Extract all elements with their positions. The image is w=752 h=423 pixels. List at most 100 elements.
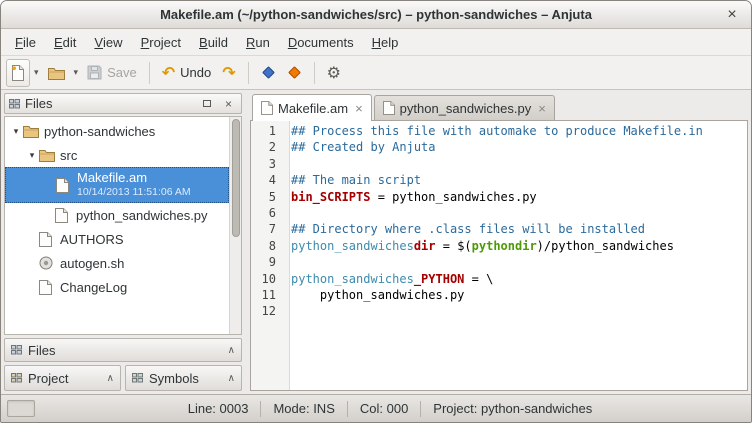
code-line[interactable]: 9 [251,254,747,270]
line-number: 12 [251,303,283,319]
toolbar-separator [314,62,315,84]
code-line[interactable]: 8python_sandwichesdir = $(pythondir)/pyt… [251,238,747,254]
status-separator [260,401,261,417]
tab-close-icon[interactable]: × [536,102,546,115]
files-dock-icon [11,345,22,355]
dock-bar-files[interactable]: Files ∧ [4,338,242,362]
folder-icon [39,149,57,162]
expander-icon[interactable]: ▾ [9,126,23,137]
files-sidebar: Files × ▾python-sandwiches▾srcMakefile.a… [1,90,245,394]
tree-item-authors[interactable]: AUTHORS [5,227,229,251]
files-panel-icon [9,99,20,109]
dock-tab-symbols-label: Symbols [149,371,199,386]
dock-row: Project ∧ Symbols ∧ [4,365,242,391]
save-icon [87,65,102,80]
editor-tab-python-sandwiches-py[interactable]: python_sandwiches.py× [374,95,555,120]
code-line[interactable]: 5bin_SCRIPTS = python_sandwiches.py [251,189,747,205]
new-file-dropdown[interactable]: ▾ [31,59,42,87]
code-line[interactable]: 7## Directory where .class files will be… [251,221,747,237]
redo-button[interactable]: ↷ [217,59,240,87]
panel-detach-button[interactable] [198,96,215,111]
window-close-button[interactable]: × [721,4,743,26]
line-content: ## Process this file with automake to pr… [283,123,703,139]
tree-item-python-sandwiches-py[interactable]: python_sandwiches.py [5,203,229,227]
collapse-icon[interactable]: ∧ [228,345,235,356]
code-line[interactable]: 10python_sandwiches_PYTHON = \ [251,271,747,287]
menu-run[interactable]: Run [237,29,279,55]
line-number: 3 [251,156,283,172]
new-file-icon [11,65,25,81]
line-content: python_sandwichesdir = $(pythondir)/pyth… [283,238,674,254]
file-tree: ▾python-sandwiches▾srcMakefile.am10/14/2… [5,119,229,334]
save-button[interactable]: Save [82,59,142,87]
script-icon [39,256,57,270]
main-area: Files × ▾python-sandwiches▾srcMakefile.a… [1,90,751,394]
save-label: Save [107,65,137,80]
line-number: 1 [251,123,283,139]
navigation-back-icon [262,66,275,79]
tree-item-makefile-am[interactable]: Makefile.am10/14/2013 11:51:06 AM [5,167,229,203]
menu-build[interactable]: Build [190,29,237,55]
menu-documents[interactable]: Documents [279,29,363,55]
tab-close-icon[interactable]: × [353,102,363,115]
dock-tab-symbols[interactable]: Symbols ∧ [125,365,242,391]
tree-item-src[interactable]: ▾ src [5,143,229,167]
menu-project[interactable]: Project [132,29,190,55]
tree-item-python-sandwiches[interactable]: ▾python-sandwiches [5,119,229,143]
code-line[interactable]: 2## Created by Anjuta [251,139,747,155]
line-number: 6 [251,205,283,221]
code-line[interactable]: 6 [251,205,747,221]
tree-item-text: Makefile.am10/14/2013 11:51:06 AM [77,170,191,200]
tree-item-label: python_sandwiches.py [76,208,208,223]
titlebar[interactable]: Makefile.am (~/python-sandwiches/src) – … [1,1,751,29]
expander-icon[interactable]: ▾ [25,150,39,161]
editor-pane: Makefile.am×python_sandwiches.py× 1## Pr… [250,90,751,394]
tree-scrollbar[interactable] [229,117,241,334]
scrollbar-thumb[interactable] [232,119,240,237]
status-mode: Mode: INS [273,401,334,416]
tree-item-changelog[interactable]: ChangeLog [5,275,229,299]
line-content [283,156,291,172]
dock-tab-project[interactable]: Project ∧ [4,365,121,391]
code-area[interactable]: 1## Process this file with automake to p… [251,121,747,390]
tree-item-label: src [60,148,77,163]
line-number: 5 [251,189,283,205]
menu-edit[interactable]: Edit [45,29,85,55]
panel-close-button[interactable]: × [220,96,237,111]
undo-icon: ↶ [162,65,175,81]
file-tree-wrap: ▾python-sandwiches▾srcMakefile.am10/14/2… [4,116,242,335]
status-project: Project: python-sandwiches [433,401,592,416]
new-file-button[interactable] [6,59,30,87]
line-number: 10 [251,271,283,287]
code-line[interactable]: 4## The main script [251,172,747,188]
tree-item-autogen-sh[interactable]: autogen.sh [5,251,229,275]
open-file-dropdown[interactable]: ▾ [71,59,82,87]
files-panel-header: Files × [4,93,242,114]
code-line[interactable]: 12 [251,303,747,319]
undo-button[interactable]: ↶ Undo [157,59,216,87]
menu-view[interactable]: View [85,29,131,55]
document-icon [261,101,273,115]
file-icon [39,280,57,295]
collapse-icon[interactable]: ∧ [228,373,235,384]
code-line[interactable]: 11 python_sandwiches.py [251,287,747,303]
line-content: python_sandwiches.py [283,287,464,303]
open-folder-icon [48,66,65,80]
code-line[interactable]: 3 [251,156,747,172]
menu-help[interactable]: Help [363,29,408,55]
tree-item-text: python_sandwiches.py [76,208,208,223]
editor-tab-makefile-am[interactable]: Makefile.am× [252,94,372,121]
editor-view[interactable]: 1## Process this file with automake to p… [250,120,748,391]
symbols-dock-icon [132,373,143,383]
file-icon [55,208,73,223]
code-line[interactable]: 1## Process this file with automake to p… [251,123,747,139]
open-file-button[interactable] [43,59,70,87]
file-icon [39,232,57,247]
navigation-back-button[interactable] [256,59,281,87]
navigation-forward-button[interactable] [282,59,307,87]
status-line: Line: 0003 [188,401,249,416]
file-icon [56,178,74,193]
collapse-icon[interactable]: ∧ [107,373,114,384]
preferences-button[interactable]: ⚙ [322,59,346,87]
menu-file[interactable]: File [6,29,45,55]
